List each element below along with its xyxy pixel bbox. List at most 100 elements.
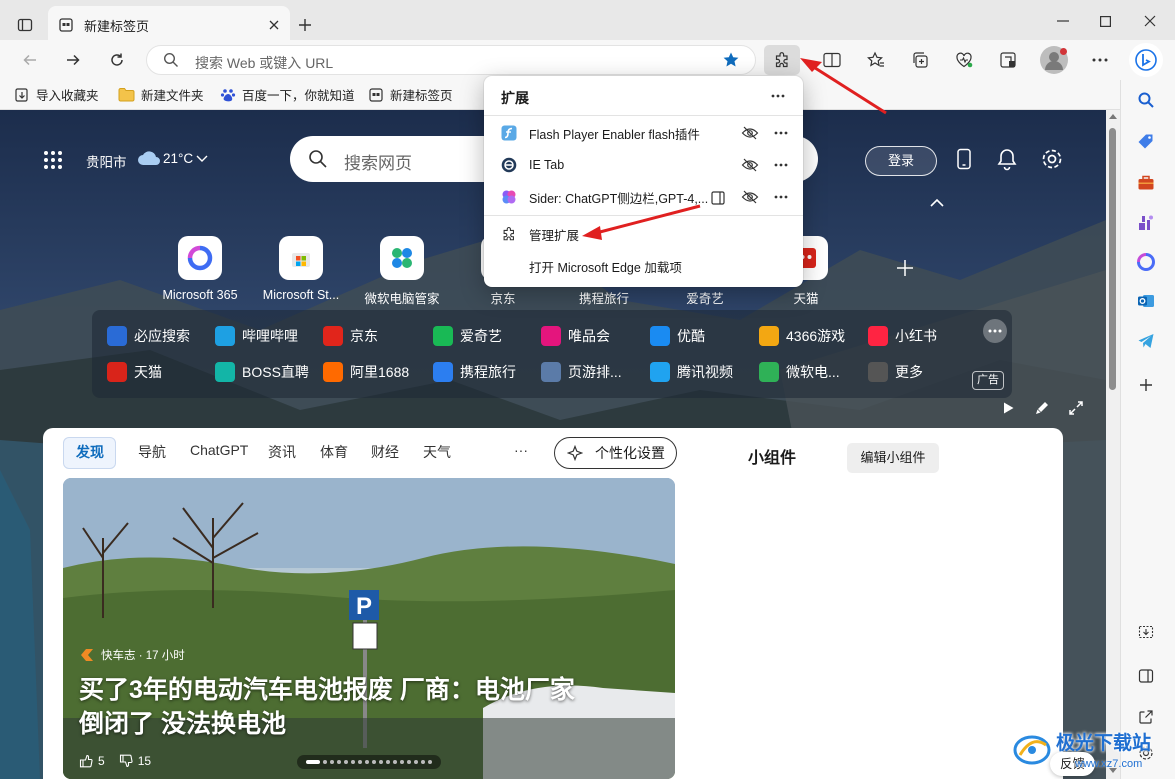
extensions-button[interactable] <box>764 45 800 75</box>
collapse-chevron-up-icon[interactable] <box>929 198 945 208</box>
scrollbar-thumb[interactable] <box>1109 128 1116 390</box>
sidebar-shopping-icon[interactable] <box>1131 127 1161 157</box>
link-item[interactable]: 阿里1688 <box>323 362 409 382</box>
quick-link-pc-manager[interactable]: 微软电脑管家 <box>357 236 447 307</box>
carousel-dot[interactable] <box>421 760 425 764</box>
content-tab-sports[interactable]: 体育 <box>320 442 348 462</box>
link-item[interactable]: 爱奇艺 <box>433 326 502 346</box>
profile-avatar[interactable] <box>1040 46 1068 74</box>
favorite-import[interactable]: 导入收藏夹 <box>14 85 99 104</box>
sidebar-outlook-icon[interactable] <box>1131 286 1161 316</box>
edit-widgets-button[interactable]: 编辑小组件 <box>847 443 939 473</box>
forward-button[interactable] <box>61 48 85 72</box>
carousel-dot[interactable] <box>344 760 348 764</box>
link-item[interactable]: 更多 <box>868 362 923 382</box>
favorite-new-folder[interactable]: 新建文件夹 <box>118 85 204 104</box>
play-icon[interactable] <box>1001 401 1015 415</box>
sidebar-tools-icon[interactable] <box>1131 168 1161 198</box>
carousel-dot[interactable] <box>379 760 383 764</box>
link-item[interactable]: 小红书 <box>868 326 937 346</box>
phone-icon[interactable] <box>955 148 973 170</box>
refresh-button[interactable] <box>105 48 129 72</box>
sidebar-add-icon[interactable] <box>1131 370 1161 400</box>
extension-more-icon[interactable] <box>774 163 788 167</box>
content-tab-navigation[interactable]: 导航 <box>138 442 166 462</box>
favorite-new-tab[interactable]: 新建标签页 <box>368 85 453 104</box>
screenshot-icon[interactable] <box>996 48 1020 72</box>
sidebar-search-icon[interactable] <box>1131 85 1161 115</box>
apps-grid-icon[interactable] <box>43 150 63 170</box>
carousel-dot[interactable] <box>323 760 327 764</box>
manage-extensions-item[interactable]: 管理扩展 <box>484 218 803 250</box>
carousel-dot[interactable] <box>400 760 404 764</box>
collections-icon[interactable] <box>908 48 932 72</box>
add-quick-link-icon[interactable] <box>896 259 914 277</box>
new-tab-button[interactable] <box>294 14 316 36</box>
maximize-button[interactable] <box>1090 10 1120 32</box>
link-item[interactable]: 微软电... <box>759 362 840 382</box>
hide-extension-eye-off-icon[interactable] <box>741 158 759 172</box>
content-tab-discover[interactable]: 发现 <box>76 442 104 462</box>
carousel-indicator[interactable] <box>297 755 441 769</box>
back-button[interactable] <box>18 48 42 72</box>
link-item[interactable]: 页游排... <box>541 362 622 382</box>
link-item[interactable]: 天猫 <box>107 362 162 382</box>
favorite-star-icon[interactable] <box>722 51 740 69</box>
close-window-button[interactable] <box>1135 10 1165 32</box>
content-tab-finance[interactable]: 财经 <box>371 442 399 462</box>
carousel-dot[interactable] <box>337 760 341 764</box>
extension-more-icon[interactable] <box>774 131 788 135</box>
extensions-popup-more-icon[interactable] <box>767 86 789 106</box>
split-screen-icon[interactable] <box>820 48 844 72</box>
sidebar-screenshot-icon[interactable] <box>1131 617 1161 647</box>
link-item[interactable]: 必应搜索 <box>107 326 190 346</box>
sidebar-panel-icon[interactable] <box>1131 661 1161 691</box>
content-tabs-more[interactable]: ··· <box>514 442 528 458</box>
minimize-button[interactable] <box>1048 10 1078 32</box>
weather-city[interactable]: 贵阳市 <box>86 151 127 171</box>
carousel-dot[interactable] <box>393 760 397 764</box>
more-options-icon[interactable] <box>1088 48 1112 72</box>
link-item[interactable]: BOSS直聘 <box>215 362 309 382</box>
link-item[interactable]: 4366游戏 <box>759 326 845 346</box>
sidebar-games-icon[interactable] <box>1131 208 1161 238</box>
link-item[interactable]: 京东 <box>323 326 378 346</box>
sidebar-m365-icon[interactable] <box>1131 247 1161 277</box>
link-item[interactable]: 携程旅行 <box>433 362 516 382</box>
carousel-dot-active[interactable] <box>306 760 320 764</box>
page-settings-gear-icon[interactable] <box>1040 147 1064 171</box>
favorite-baidu[interactable]: 百度一下，你就知道 <box>220 85 355 104</box>
link-item[interactable]: 优酷 <box>650 326 705 346</box>
personalize-button[interactable]: 个性化设置 <box>554 437 677 469</box>
chevron-down-icon[interactable] <box>196 155 208 163</box>
quick-link-microsoft-365[interactable]: Microsoft 365 <box>155 236 245 302</box>
content-tab-weather[interactable]: 天气 <box>423 442 451 462</box>
content-tab-news[interactable]: 资讯 <box>268 442 296 462</box>
hide-extension-eye-off-icon[interactable] <box>741 190 759 204</box>
tab-actions-icon[interactable] <box>14 14 36 36</box>
carousel-dot[interactable] <box>428 760 432 764</box>
notification-bell-icon[interactable] <box>996 147 1018 171</box>
extension-more-icon[interactable] <box>774 195 788 199</box>
hide-extension-eye-off-icon[interactable] <box>741 126 759 140</box>
copilot-button[interactable] <box>1129 43 1163 77</box>
favorites-icon[interactable] <box>864 48 888 72</box>
carousel-dot[interactable] <box>407 760 411 764</box>
carousel-dot[interactable] <box>372 760 376 764</box>
links-more-icon[interactable] <box>983 319 1007 343</box>
link-item[interactable]: 唯品会 <box>541 326 610 346</box>
weather-temp[interactable]: 21°C <box>163 151 193 166</box>
browser-essentials-icon[interactable] <box>952 48 976 72</box>
page-scrollbar[interactable] <box>1106 110 1120 779</box>
hero-article[interactable]: P 快车志 · 17 小时 买了3年的电动汽车电池报废 厂商：电池厂家 倒闭了 … <box>63 478 675 779</box>
address-bar[interactable]: 搜索 Web 或键入 URL <box>146 45 756 75</box>
carousel-dot[interactable] <box>414 760 418 764</box>
content-tab-chatgpt[interactable]: ChatGPT <box>190 442 248 458</box>
link-item[interactable]: 哔哩哔哩 <box>215 326 298 346</box>
login-button[interactable]: 登录 <box>865 146 937 176</box>
carousel-dot[interactable] <box>365 760 369 764</box>
open-edge-addons-item[interactable]: 打开 Microsoft Edge 加载项 <box>484 250 803 282</box>
fullscreen-icon[interactable] <box>1068 400 1084 416</box>
carousel-dot[interactable] <box>330 760 334 764</box>
carousel-dot[interactable] <box>358 760 362 764</box>
